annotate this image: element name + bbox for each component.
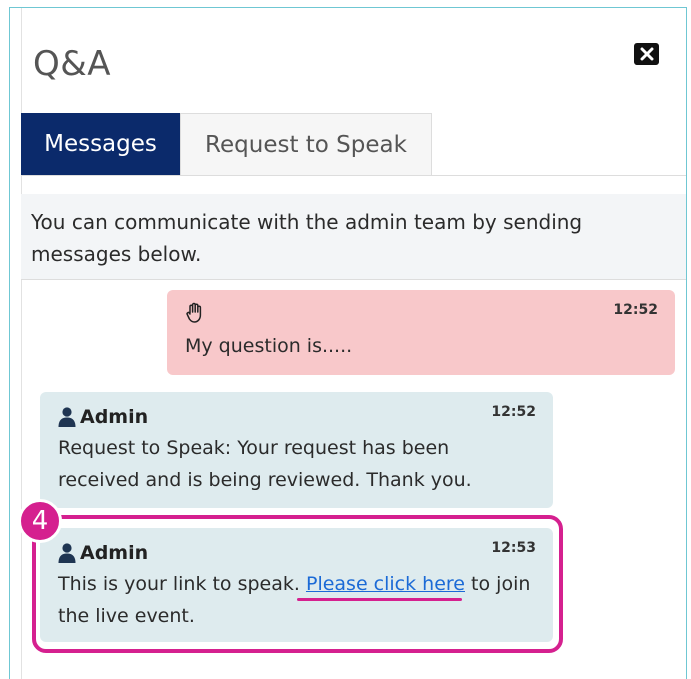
sender-name: Admin — [80, 406, 149, 428]
close-button[interactable] — [634, 43, 659, 65]
tab-bar: Messages Request to Speak — [21, 113, 432, 175]
tab-request-to-speak[interactable]: Request to Speak — [180, 113, 432, 175]
raised-hand-icon — [186, 302, 202, 323]
message-text: Request to Speak: Your request has been … — [58, 437, 472, 491]
message-time: 12:52 — [491, 404, 536, 420]
message-time: 12:52 — [613, 302, 658, 318]
admin-message: Admin 12:52 Request to Speak: Your reque… — [40, 392, 553, 508]
user-icon — [58, 407, 76, 427]
highlight-box — [32, 515, 563, 653]
panel-left-border — [21, 8, 22, 679]
step-badge: 4 — [18, 499, 62, 543]
qa-panel: Q&A Messages Request to Speak You can co… — [9, 7, 687, 679]
tab-divider — [21, 175, 686, 176]
user-message: 12:52 My question is..... — [167, 290, 675, 375]
panel-title: Q&A — [33, 44, 112, 84]
tab-messages[interactable]: Messages — [21, 113, 180, 175]
highlight-underline — [297, 598, 462, 601]
info-banner: You can communicate with the admin team … — [21, 194, 686, 280]
close-icon — [640, 47, 653, 61]
message-sender: Admin — [58, 404, 535, 430]
message-text: My question is..... — [185, 335, 353, 357]
